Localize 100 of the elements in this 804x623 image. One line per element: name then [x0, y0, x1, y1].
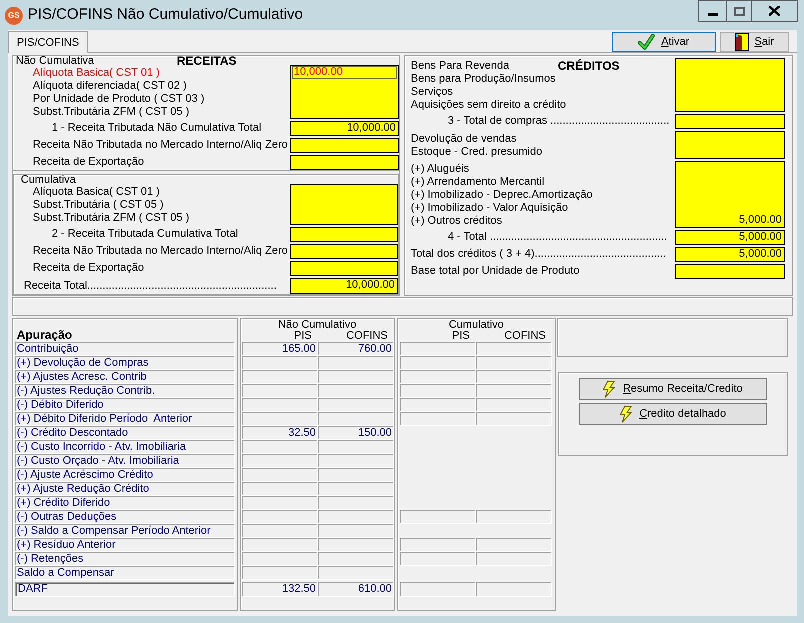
value-cell[interactable] [400, 582, 476, 597]
field-label: Alíquota diferenciada( CST 02 ) [33, 80, 187, 92]
row-label: (+) Ajuste Redução Crédito [15, 482, 235, 496]
value-cell[interactable] [318, 510, 394, 524]
field-label: Subst.Tributária ZFM ( CST 05 ) [33, 212, 190, 224]
amount-field-group[interactable] [675, 58, 785, 112]
value-cell[interactable] [318, 370, 394, 384]
field-label: (+) Imobilizado - Valor Aquisição [411, 202, 568, 214]
value-cell[interactable] [318, 482, 394, 496]
column-heading: PIS [452, 331, 470, 342]
field-label: Receita de Exportação [33, 262, 144, 275]
value-cell[interactable]: 165.00 [242, 342, 318, 356]
value-cell[interactable] [242, 468, 318, 482]
value-cell[interactable] [476, 552, 552, 566]
value-cell[interactable] [400, 384, 476, 398]
value-cell[interactable] [318, 496, 394, 510]
value-cell[interactable] [242, 398, 318, 412]
value-cell[interactable] [476, 582, 552, 597]
amount-field[interactable] [290, 261, 398, 276]
value-cell[interactable] [318, 398, 394, 412]
amount-field[interactable]: 10,000.00 [292, 66, 397, 79]
value-cell[interactable] [318, 468, 394, 482]
field-label: 2 - Receita Tributada Cumulativa Total [52, 228, 238, 241]
amount-field[interactable]: 5,000.00 [675, 247, 785, 262]
value-cell[interactable] [476, 370, 552, 384]
amount-field[interactable] [675, 264, 785, 279]
maximize-button[interactable] [727, 0, 752, 22]
amount-field[interactable] [290, 155, 399, 170]
value-cell[interactable] [318, 440, 394, 454]
amount-field-group[interactable]: 10,000.00 [290, 65, 399, 119]
value-cell[interactable] [318, 356, 394, 370]
value-cell[interactable] [400, 370, 476, 384]
lightning-icon [620, 406, 632, 422]
column-heading: Cumulativo [448, 320, 504, 331]
row-label: Contribuição [15, 342, 235, 356]
value-cell[interactable] [242, 510, 318, 524]
amount-field[interactable]: 5,000.00 [675, 230, 785, 245]
value-cell[interactable]: 610.00 [318, 582, 394, 597]
column-heading: PIS [294, 331, 312, 342]
value-cell[interactable] [318, 566, 394, 580]
amount-field[interactable] [290, 244, 398, 259]
value-cell[interactable] [242, 524, 318, 538]
value-cell[interactable] [400, 538, 476, 552]
exit-button[interactable]: Sair [720, 32, 789, 52]
amount-field[interactable] [290, 227, 398, 242]
value-cell[interactable] [476, 510, 552, 524]
action-button[interactable]: Resumo Receita/Credito [579, 378, 767, 400]
value-cell[interactable]: 32.50 [242, 426, 318, 440]
value-cell[interactable] [476, 398, 552, 412]
value-cell[interactable] [400, 342, 476, 356]
value-cell[interactable] [242, 440, 318, 454]
value-cell[interactable] [476, 384, 552, 398]
value-cell[interactable] [242, 412, 318, 426]
value-cell[interactable] [242, 384, 318, 398]
value-cell[interactable] [242, 356, 318, 370]
value-cell[interactable] [400, 412, 476, 426]
field-label: (+) Arrendamento Mercantil [411, 176, 545, 188]
value-cell[interactable] [400, 398, 476, 412]
value-cell[interactable] [476, 342, 552, 356]
close-button[interactable] [752, 0, 798, 22]
column-heading: COFINS [504, 331, 546, 342]
value-cell[interactable] [318, 538, 394, 552]
row-label: (-) Débito Diferido [15, 398, 235, 412]
value-cell[interactable] [400, 552, 476, 566]
lightning-icon [603, 380, 616, 398]
amount-field[interactable] [675, 114, 785, 129]
value-cell[interactable] [476, 412, 552, 426]
amount-field[interactable]: 10,000.00 [290, 278, 398, 294]
amount-field-group[interactable] [675, 131, 785, 159]
amount-field-group[interactable]: 5,000.00 [675, 161, 785, 228]
amount-field[interactable]: 10,000.00 [290, 121, 399, 136]
amount-field[interactable] [290, 138, 399, 153]
value-cell[interactable] [242, 496, 318, 510]
minimize-button[interactable] [698, 0, 727, 22]
value-cell[interactable] [242, 538, 318, 552]
value-cell[interactable] [242, 454, 318, 468]
value-cell[interactable]: 132.50 [242, 582, 318, 597]
value-cell[interactable] [400, 356, 476, 370]
value-cell[interactable] [242, 370, 318, 384]
row-label: (-) Saldo a Compensar Período Anterior [15, 524, 235, 538]
value-cell[interactable] [242, 482, 318, 496]
value-cell[interactable] [318, 524, 394, 538]
tab[interactable]: PIS/COFINS [8, 31, 88, 53]
value-cell[interactable]: 150.00 [318, 426, 394, 440]
value-cell[interactable]: 760.00 [318, 342, 394, 356]
value-cell[interactable] [242, 552, 318, 566]
value-cell[interactable] [318, 454, 394, 468]
value-cell[interactable] [476, 538, 552, 552]
checkmark-icon [638, 34, 656, 50]
value-cell[interactable] [242, 566, 318, 580]
value-cell[interactable] [400, 510, 476, 524]
value-cell[interactable] [318, 412, 394, 426]
amount-field-group[interactable] [290, 184, 398, 225]
row-label: (-) Retenções [15, 552, 235, 566]
value-cell[interactable] [318, 552, 394, 566]
action-button[interactable]: Credito detalhado [579, 403, 767, 425]
value-cell[interactable] [318, 384, 394, 398]
value-cell[interactable] [476, 356, 552, 370]
field-label: (+) Outros créditos [411, 215, 502, 227]
activate-button[interactable]: Ativar [612, 32, 716, 52]
